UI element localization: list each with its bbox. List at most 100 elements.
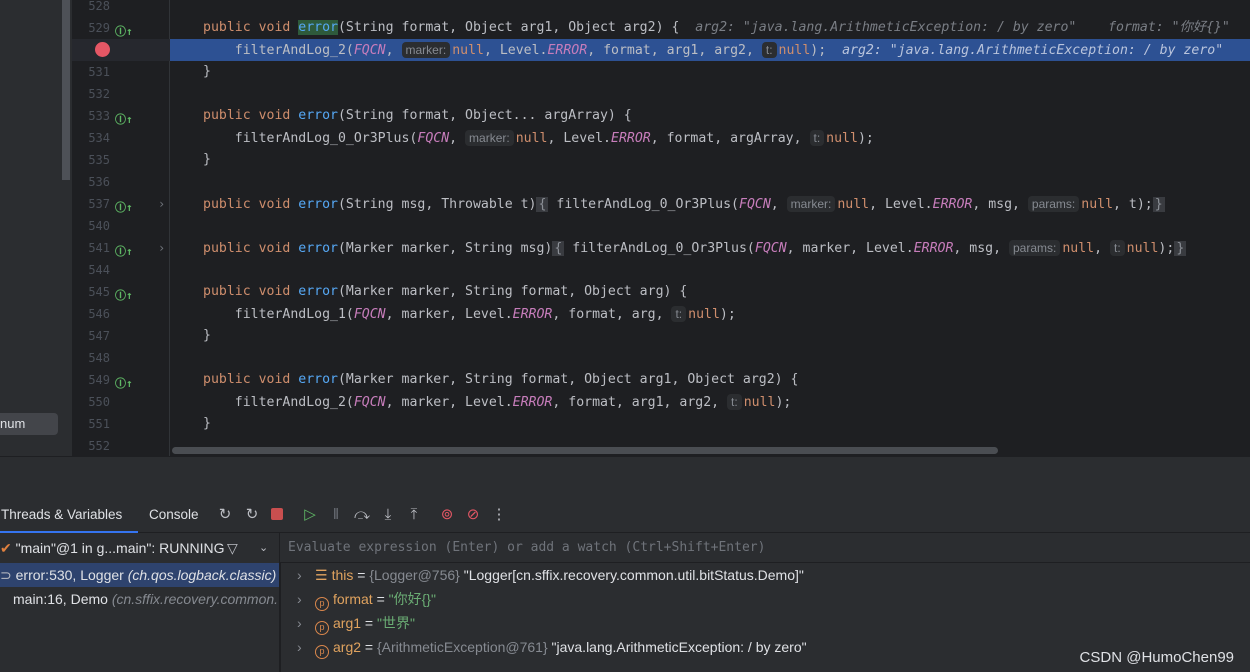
code-text: (Marker marker, String msg) <box>337 241 553 256</box>
frames-list: ⊃ error:530, Logger (ch.qos.logback.clas… <box>0 563 280 672</box>
code-line[interactable]: public void error(Marker marker, String … <box>170 281 1250 303</box>
static-field: FQCN <box>754 241 787 256</box>
stop-icon[interactable] <box>268 506 286 524</box>
gutter-line[interactable]: 529 Ⓘ↑ <box>72 17 170 39</box>
code-line[interactable] <box>170 347 1250 369</box>
gutter-line[interactable] <box>72 39 170 61</box>
filter-icon[interactable]: ▽ <box>227 533 238 563</box>
gutter-line[interactable]: 552 <box>72 435 170 457</box>
gutter-line[interactable]: 544 <box>72 259 170 281</box>
fold-expand-icon[interactable]: › <box>158 237 165 259</box>
tab-threads-variables[interactable]: Threads & Variables <box>0 497 138 533</box>
folded-brace[interactable]: { <box>552 241 565 256</box>
code-line[interactable]: } <box>170 413 1250 435</box>
code-text: , <box>385 43 402 58</box>
code-editor[interactable]: public void error(String format, Object … <box>170 0 1250 456</box>
line-number: 529 <box>88 21 110 35</box>
frame-item[interactable]: ⊃ error:530, Logger (ch.qos.logback.clas… <box>0 563 279 587</box>
code-line[interactable]: filterAndLog_0_Or3Plus(FQCN, marker: null… <box>170 127 1250 149</box>
code-line[interactable]: public void error(String format, Object … <box>170 17 1250 39</box>
null-literal: null <box>778 43 811 58</box>
gutter-line[interactable]: 534 <box>72 127 170 149</box>
expand-chevron-icon[interactable]: › <box>297 635 315 659</box>
step-into-icon[interactable]: ⤓ <box>379 506 397 524</box>
code-line[interactable]: public void error(Marker marker, String … <box>170 369 1250 391</box>
gutter-line[interactable]: 528 <box>72 0 170 17</box>
code-line[interactable]: public void error(Marker marker, String … <box>170 237 1250 259</box>
gutter-line[interactable]: 550 <box>72 391 170 413</box>
code-line[interactable]: public void error(String msg, Throwable … <box>170 193 1250 215</box>
mute-breakpoints-icon[interactable]: ⊘ <box>464 506 482 524</box>
current-execution-line[interactable]: filterAndLog_2(FQCN, marker: null, Level.… <box>170 39 1250 61</box>
evaluate-expression-input[interactable]: Evaluate expression (Enter) or add a wat… <box>280 533 1250 563</box>
code-line[interactable] <box>170 215 1250 237</box>
variable-row[interactable]: › p format = "你好{}" <box>281 587 1250 611</box>
code-line[interactable]: } <box>170 61 1250 83</box>
breakpoint-icon[interactable] <box>95 42 110 57</box>
gutter-line[interactable]: 546 <box>72 303 170 325</box>
parameter-hint: t: <box>1109 240 1125 256</box>
tab-console[interactable]: Console <box>149 497 199 533</box>
chevron-down-icon[interactable]: ⌄ <box>259 533 268 563</box>
code-text: , format, arg, <box>552 307 672 322</box>
gutter-line[interactable]: 541 Ⓘ↑ › <box>72 237 170 259</box>
gutter-line[interactable]: 531 <box>72 61 170 83</box>
code-line[interactable]: public void error(String format, Object.… <box>170 105 1250 127</box>
code-text: , marker, Level. <box>385 307 513 322</box>
folded-brace[interactable]: } <box>1152 197 1165 212</box>
code-text: , Level. <box>547 131 611 146</box>
expand-chevron-icon[interactable]: › <box>297 563 315 587</box>
keyword: public void <box>203 197 299 212</box>
step-over-icon[interactable]: ⤼ <box>353 506 371 524</box>
line-number: 545 <box>88 285 110 299</box>
code-line[interactable]: filterAndLog_1(FQCN, marker, Level.ERROR… <box>170 303 1250 325</box>
gutter-line[interactable]: 549 Ⓘ↑ <box>72 369 170 391</box>
gutter-line[interactable]: 533 Ⓘ↑ <box>72 105 170 127</box>
rerun-debug-icon[interactable]: ↻ <box>243 506 261 524</box>
gutter-line[interactable]: 545 Ⓘ↑ <box>72 281 170 303</box>
code-line[interactable]: } <box>170 149 1250 171</box>
code-text: (Marker marker, String format, Object ar… <box>337 284 688 299</box>
gutter-line[interactable]: 537 Ⓘ↑ › <box>72 193 170 215</box>
code-line[interactable] <box>170 259 1250 281</box>
null-literal: null <box>826 131 858 146</box>
code-text: (String format, Object... argArray) { <box>337 108 632 123</box>
static-field: FQCN <box>739 197 771 212</box>
frame-item[interactable]: main:16, Demo (cn.sffix.recovery.common. <box>0 587 279 611</box>
fold-expand-icon[interactable]: › <box>158 193 165 215</box>
code-text: , format, argArray, <box>650 131 810 146</box>
more-icon[interactable]: ⋮ <box>490 506 508 524</box>
parameter-hint: t: <box>809 130 825 146</box>
code-line[interactable]: } <box>170 325 1250 347</box>
step-out-icon[interactable]: ⤒ <box>405 506 423 524</box>
thread-selector[interactable]: ✔ "main"@1 in g...main": RUNNING ▽ ⌄ <box>0 533 280 563</box>
editor-horizontal-scrollbar[interactable] <box>172 447 998 454</box>
gutter-line[interactable]: 532 <box>72 83 170 105</box>
resume-icon[interactable]: ▷ <box>301 506 319 524</box>
code-text: } <box>203 152 211 167</box>
null-literal: null <box>1126 241 1159 256</box>
view-breakpoints-icon[interactable]: ⊚ <box>438 506 456 524</box>
pause-icon[interactable]: ‖ <box>327 506 345 524</box>
gutter-line[interactable]: 535 <box>72 149 170 171</box>
rerun-icon[interactable]: ↻ <box>216 506 234 524</box>
gutter-line[interactable]: 547 <box>72 325 170 347</box>
gutter-line[interactable]: 536 <box>72 171 170 193</box>
expand-chevron-icon[interactable]: › <box>297 611 315 635</box>
code-line[interactable]: filterAndLog_2(FQCN, marker, Level.ERROR… <box>170 391 1250 413</box>
expand-chevron-icon[interactable]: › <box>297 587 315 611</box>
gutter-line[interactable]: 548 <box>72 347 170 369</box>
gutter-line[interactable]: 540 <box>72 215 170 237</box>
variable-row[interactable]: › ☰ this = {Logger@756} "Logger[cn.sffix.r… <box>281 563 1250 587</box>
variable-row[interactable]: › p arg1 = "世界" <box>281 611 1250 635</box>
code-text: , format, arg1, arg2, <box>552 395 728 410</box>
static-field: ERROR <box>932 197 973 212</box>
project-tree-item[interactable]: num <box>0 413 58 435</box>
folded-brace[interactable]: } <box>1174 241 1187 256</box>
gutter-line[interactable]: 551 <box>72 413 170 435</box>
code-line[interactable] <box>170 171 1250 193</box>
code-line[interactable] <box>170 83 1250 105</box>
project-scrollbar[interactable] <box>62 0 70 180</box>
folded-brace[interactable]: { <box>536 197 549 212</box>
code-line[interactable] <box>170 0 1250 17</box>
